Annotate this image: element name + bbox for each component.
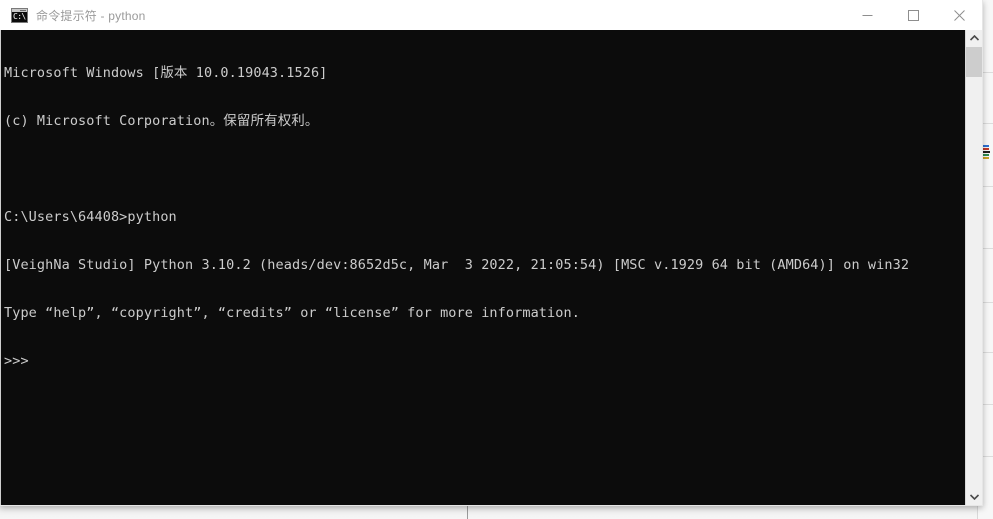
minimize-button[interactable] (844, 0, 890, 30)
scrollbar-thumb[interactable] (966, 47, 982, 77)
screen-root: C:\ 命令提示符 - python Microsoft Windows [版本… (0, 0, 993, 519)
title-bar[interactable]: C:\ 命令提示符 - python (0, 0, 982, 30)
background-bottom-band (0, 505, 977, 519)
console-prompt-line: >>> (4, 353, 29, 369)
console-line: [VeighNa Studio] Python 3.10.2 (heads/de… (4, 257, 910, 273)
command-prompt-window: C:\ 命令提示符 - python Microsoft Windows [版本… (0, 0, 983, 506)
console-line: Type “help”, “copyright”, “credits” or “… (4, 305, 580, 321)
window-title: 命令提示符 - python (36, 8, 146, 23)
console-output-area[interactable]: Microsoft Windows [版本 10.0.19043.1526] (… (0, 30, 982, 505)
console-scrollbar[interactable] (965, 30, 982, 505)
console-text: Microsoft Windows [版本 10.0.19043.1526] (… (4, 33, 964, 401)
scrollbar-track[interactable] (966, 77, 982, 489)
maximize-button[interactable] (890, 0, 936, 30)
console-line: (c) Microsoft Corporation。保留所有权利。 (4, 113, 319, 129)
console-line: C:\Users\64408>python (4, 209, 177, 225)
cmd-icon-glyph: C:\ (13, 11, 26, 21)
console-line: Microsoft Windows [版本 10.0.19043.1526] (4, 65, 328, 81)
title-bar-left: C:\ 命令提示符 - python (0, 7, 146, 24)
cmd-icon: C:\ (11, 7, 28, 23)
chevron-up-icon[interactable] (966, 30, 982, 46)
background-vertical-divider (467, 505, 468, 519)
close-button[interactable] (936, 0, 982, 30)
chevron-down-icon[interactable] (966, 489, 982, 505)
window-controls (844, 0, 982, 30)
